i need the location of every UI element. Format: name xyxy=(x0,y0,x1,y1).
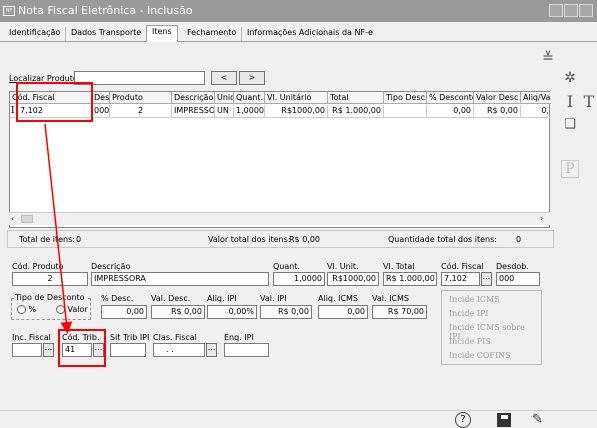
help-icon[interactable]: ? xyxy=(455,412,471,428)
status-bar: ? ✎ xyxy=(0,410,597,428)
annotation-arrow xyxy=(44,123,73,334)
save-icon[interactable] xyxy=(497,413,511,427)
save-icon-label xyxy=(501,415,508,419)
edit-document-icon[interactable]: ✎ xyxy=(532,412,543,427)
